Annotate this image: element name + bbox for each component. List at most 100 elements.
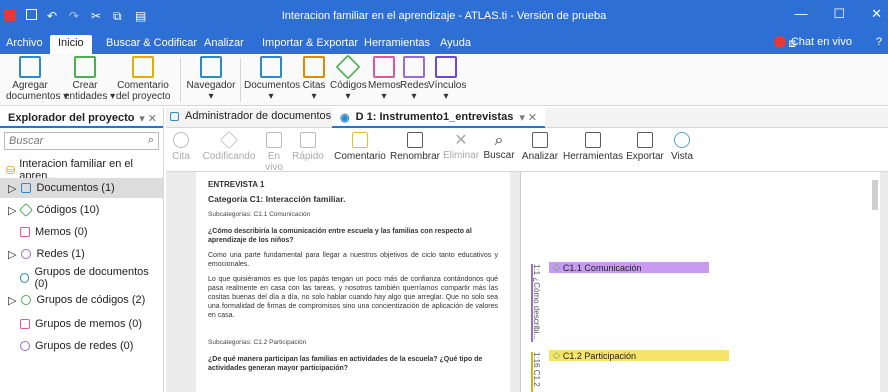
- comentario-proyecto-button[interactable]: Comentario del proyecto: [116, 56, 170, 102]
- category-heading: Categoría C1: Interacción familiar.: [208, 194, 346, 204]
- tab-buscar-codificar[interactable]: Buscar & Codificar: [106, 37, 197, 49]
- ribbon: Agregar documentos ▾ Crear entidades ▾ C…: [0, 54, 888, 106]
- exportar-label: Exportar: [626, 151, 664, 162]
- tab-documento-d1[interactable]: ◉ D 1: Instrumento1_entrevistas ▾ ✕: [332, 108, 546, 128]
- vinculos-button[interactable]: Vínculos ▾: [428, 56, 466, 102]
- code-tag-comunicacion[interactable]: ◇ C1.1 Comunicación: [549, 262, 709, 273]
- minimize-icon[interactable]: —: [794, 6, 807, 22]
- tree-label: Grupos de documentos (0): [34, 266, 149, 290]
- buscar-button[interactable]: ⌕ Buscar: [482, 132, 516, 161]
- comentario-button[interactable]: Comentario: [334, 132, 386, 162]
- answer-paragraph-2: Lo que quisiéramos es que los papás teng…: [208, 276, 498, 319]
- maximize-icon[interactable]: ☐: [833, 6, 845, 22]
- vista-label: Vista: [670, 151, 694, 162]
- code-tag-participacion[interactable]: ◇ C1.2 Participación: [549, 350, 729, 361]
- search-placeholder: Buscar: [9, 135, 44, 147]
- tree-item-grupos-documentos[interactable]: Grupos de documentos (0): [0, 266, 164, 290]
- codificando-button[interactable]: Codificando: [202, 130, 256, 162]
- rapido-label: Rápido: [292, 151, 324, 162]
- rapido-button[interactable]: Rápido: [292, 132, 324, 162]
- tree-item-codigos[interactable]: ▷ Códigos (10): [0, 200, 164, 220]
- tree-label: Códigos (10): [36, 204, 100, 216]
- codigos-button[interactable]: Códigos ▾: [330, 54, 367, 102]
- vertical-scrollbar[interactable]: [872, 180, 878, 210]
- codificando-label: Codificando: [202, 151, 256, 162]
- tree-label: Grupos de códigos (2): [36, 294, 146, 306]
- memos-label: Memos ▾: [368, 80, 401, 102]
- search-icon: ⌕: [494, 132, 504, 149]
- tab-inicio[interactable]: Inicio: [50, 35, 92, 54]
- project-icon: ⛁: [6, 164, 16, 177]
- interview-heading: ENTREVISTA 1: [208, 180, 265, 189]
- agregar-documentos-button[interactable]: Agregar documentos ▾: [6, 56, 68, 102]
- expand-icon[interactable]: ▷: [8, 248, 16, 261]
- close-icon[interactable]: ✕: [871, 6, 882, 22]
- tree-item-grupos-redes[interactable]: Grupos de redes (0): [0, 336, 164, 356]
- eliminar-label: Eliminar: [442, 150, 480, 161]
- search-icon[interactable]: ⌕: [148, 134, 154, 147]
- network-groups-icon: [20, 341, 30, 351]
- redes-label: Redes ▾: [400, 80, 429, 102]
- networks-icon: [403, 56, 425, 78]
- chat-button[interactable]: Chat en vivo: [773, 36, 852, 48]
- crear-entidades-button[interactable]: Crear entidades ▾: [64, 56, 116, 102]
- vista-button[interactable]: Vista: [668, 132, 696, 162]
- document-page[interactable]: ENTREVISTA 1 Categoría C1: Interacción f…: [196, 172, 510, 392]
- tab-importar-exportar[interactable]: Importar & Exportar: [262, 37, 358, 49]
- documents-icon: [170, 111, 179, 121]
- code-groups-icon: [21, 295, 32, 305]
- navigator-icon: [200, 56, 222, 78]
- ribbon-separator: [240, 58, 241, 102]
- explorer-pin-icon[interactable]: ▾ ✕: [139, 112, 157, 125]
- en-vivo-button[interactable]: En vivo: [258, 132, 290, 173]
- quote-bracket-2[interactable]: 1:16 C1.2: [531, 352, 541, 392]
- tab-archivo[interactable]: Archivo: [6, 37, 43, 49]
- quote-icon: [173, 132, 189, 148]
- document-area: ENTREVISTA 1 Categoría C1: Interacción f…: [166, 172, 888, 392]
- citas-button[interactable]: Citas ▾: [300, 56, 328, 102]
- tree-item-memos[interactable]: Memos (0): [0, 222, 164, 242]
- envivo-label: En vivo: [265, 151, 283, 173]
- ribbon-tabs: Archivo Inicio Buscar & Codificar Analiz…: [0, 34, 888, 54]
- codes-icon: [335, 54, 361, 80]
- renombrar-button[interactable]: Renombrar: [388, 132, 442, 162]
- tree-item-documentos[interactable]: ▷ Documentos (1): [0, 178, 164, 198]
- tab-ayuda[interactable]: Ayuda: [440, 37, 471, 49]
- chat-label: Chat en vivo: [790, 36, 852, 48]
- memos-button[interactable]: Memos ▾: [368, 56, 401, 102]
- document-tabs: Administrador de documentos ◉ D 1: Instr…: [166, 108, 888, 128]
- help-icon[interactable]: ?: [876, 36, 882, 48]
- analizar-button[interactable]: Analizar: [520, 132, 560, 162]
- cita-button[interactable]: Cita: [170, 132, 192, 162]
- eliminar-button[interactable]: ✕ Eliminar: [442, 132, 480, 161]
- live-icon: [266, 132, 282, 148]
- documentos-button[interactable]: Documentos ▾: [244, 56, 300, 102]
- exportar-button[interactable]: Exportar: [624, 132, 666, 162]
- tree-item-grupos-memos[interactable]: Grupos de memos (0): [0, 314, 164, 334]
- redes-button[interactable]: Redes ▾: [400, 56, 429, 102]
- herramientas-button[interactable]: Herramientas: [562, 132, 624, 162]
- window-title: Interacion familiar en el aprendizaje - …: [281, 10, 607, 22]
- tab-administrador-documentos[interactable]: Administrador de documentos: [170, 110, 331, 122]
- create-entities-icon: [74, 56, 96, 78]
- codigos-label: Códigos ▾: [330, 80, 367, 102]
- tab-label: Administrador de documentos: [185, 110, 332, 122]
- navegador-button[interactable]: Navegador ▾: [186, 56, 236, 102]
- tree-item-grupos-codigos[interactable]: ▷ Grupos de códigos (2): [0, 290, 164, 310]
- document-toolbar: Cita Codificando En vivo Rápido Comentar…: [166, 128, 888, 173]
- view-icon: [674, 132, 690, 148]
- explorer-search-input[interactable]: Buscar ⌕: [4, 132, 159, 150]
- tab-analizar[interactable]: Analizar: [204, 37, 244, 49]
- expand-icon[interactable]: ▷: [8, 294, 16, 307]
- expand-icon[interactable]: ▷: [8, 182, 16, 195]
- tab-close-icon[interactable]: ▾ ✕: [519, 111, 537, 124]
- analizar-label: Analizar: [521, 151, 559, 162]
- crear-label: Crear entidades ▾: [64, 80, 116, 102]
- tree-label: Redes (1): [36, 248, 85, 260]
- quote-bracket-1[interactable]: 1:1 ¿Cómo describi...: [531, 264, 541, 342]
- tab-herramientas[interactable]: Herramientas: [364, 37, 430, 49]
- networks-icon: [21, 249, 32, 259]
- expand-icon[interactable]: ▷: [8, 204, 16, 217]
- tree-item-redes[interactable]: ▷ Redes (1): [0, 244, 164, 264]
- codes-icon: [19, 202, 34, 218]
